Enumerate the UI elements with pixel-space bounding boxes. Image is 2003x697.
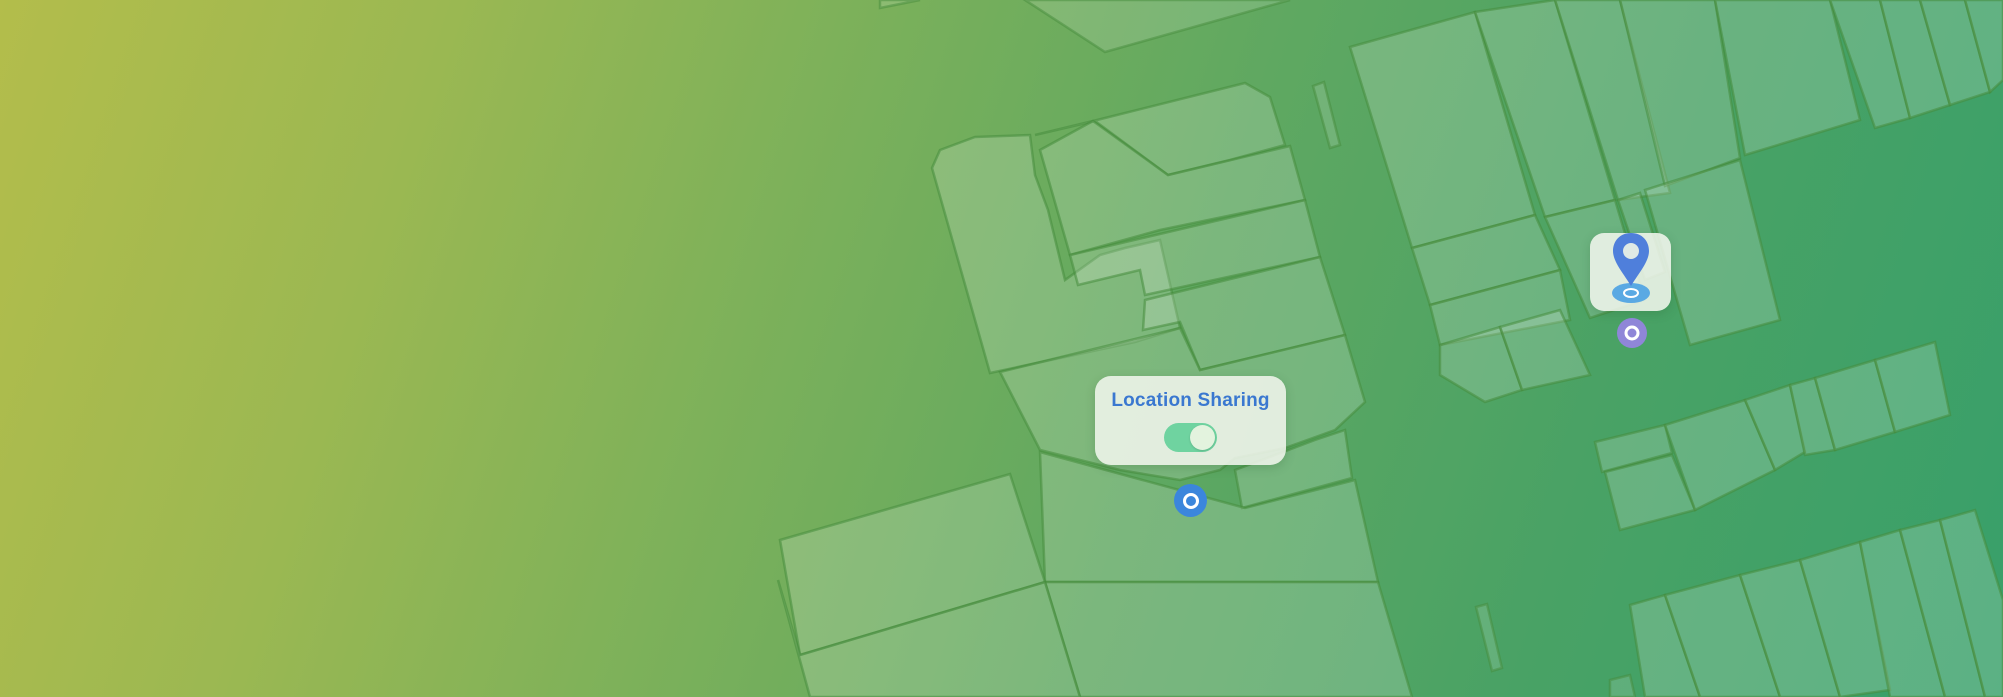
map-view[interactable]: Location Sharing	[0, 0, 2003, 697]
location-sharing-card: Location Sharing	[1095, 376, 1286, 465]
map-block	[1022, 0, 1291, 54]
pin-body	[1613, 233, 1649, 286]
map-median	[1474, 602, 1504, 673]
map-block	[878, 0, 921, 10]
current-location-icon	[1182, 492, 1199, 509]
pin-card[interactable]	[1590, 233, 1671, 311]
toggle-knob	[1190, 425, 1215, 450]
friend-location-icon	[1624, 325, 1640, 341]
map-block	[1043, 580, 1414, 697]
pin-hole	[1623, 243, 1639, 259]
current-location-marker[interactable]	[1174, 484, 1207, 517]
map-background[interactable]	[0, 0, 2003, 697]
location-sharing-toggle[interactable]	[1164, 423, 1217, 452]
map-pin-icon	[1612, 233, 1650, 303]
map-median	[1311, 80, 1342, 150]
location-sharing-label: Location Sharing	[1111, 390, 1270, 411]
friend-location-marker[interactable]	[1617, 318, 1647, 348]
map-block	[1608, 673, 1637, 697]
